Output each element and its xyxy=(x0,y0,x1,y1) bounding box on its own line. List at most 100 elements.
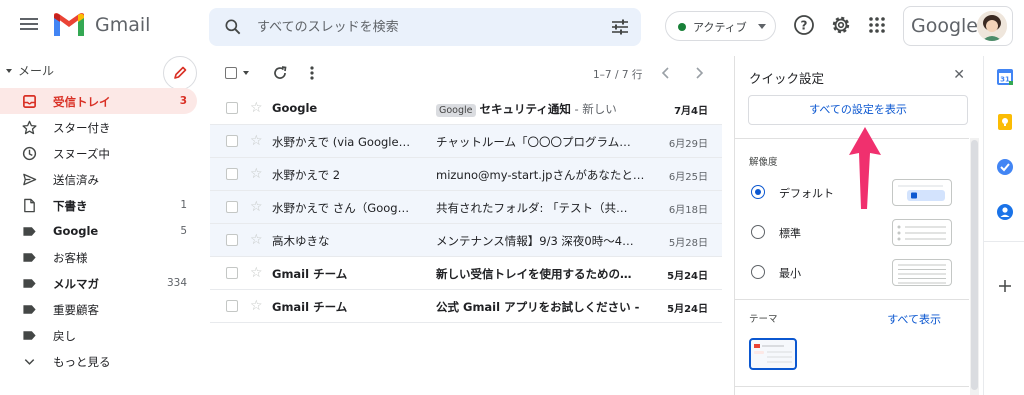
email-row[interactable]: ☆ 水野かえで さん（Googl… 共有されたフォルダ: 「テスト（共… 6月18日 xyxy=(210,191,722,224)
sidebar-list: 受信トレイ 3 スター付き スヌーズ中 送信済み 下書き 1 Google 5 xyxy=(0,88,197,374)
add-addon-icon[interactable] xyxy=(996,277,1014,295)
email-subject: 公式 Gmail アプリをお試しください - xyxy=(436,300,640,314)
sidebar-item-sent[interactable]: 送信済み xyxy=(0,166,197,192)
svg-text:?: ? xyxy=(801,19,808,33)
density-default-radio[interactable] xyxy=(751,185,765,199)
email-row[interactable]: ☆ Gmail チーム 新しい受信トレイを使用するための… 5月24日 xyxy=(210,257,722,290)
theme-heading: テーマ xyxy=(749,314,778,325)
star-icon[interactable]: ☆ xyxy=(250,232,263,248)
label-icon xyxy=(23,253,36,262)
star-icon[interactable]: ☆ xyxy=(250,100,263,116)
email-sender: 水野かえで 2 xyxy=(272,168,341,182)
sidebar-item-returned[interactable]: 戻し xyxy=(0,322,197,348)
density-comfortable-preview[interactable] xyxy=(892,219,952,246)
density-comfortable-radio[interactable] xyxy=(751,225,765,239)
quick-settings-panel: クイック設定 ✕ すべての設定を表示 解像度 デフォルト 標準 最小 テーマ す… xyxy=(734,56,979,395)
compose-button[interactable] xyxy=(163,56,197,90)
email-row[interactable]: ☆ Gmail チーム 公式 Gmail アプリをお試しください - 5月24日 xyxy=(210,290,722,323)
density-heading: 解像度 xyxy=(749,157,778,168)
annotation-arrow-icon xyxy=(849,127,881,209)
email-label-tag[interactable]: Google xyxy=(436,104,476,117)
density-option-label: 標準 xyxy=(779,227,801,240)
sidebar-item-inbox[interactable]: 受信トレイ 3 xyxy=(0,88,197,114)
sidebar-item-label: 下書き xyxy=(53,199,88,213)
sidebar-item-more[interactable]: もっと見る xyxy=(0,348,197,374)
email-checkbox[interactable] xyxy=(226,300,238,312)
email-row[interactable]: ☆ 水野かえで (via Google C. チャットルーム「〇〇〇プログラム… 6月… xyxy=(210,125,722,158)
star-icon[interactable]: ☆ xyxy=(250,133,263,149)
search-options-icon[interactable] xyxy=(611,18,629,36)
email-checkbox[interactable] xyxy=(226,102,238,114)
sidebar-item-snoozed[interactable]: スヌーズ中 xyxy=(0,140,197,166)
email-row[interactable]: ☆ 高木ゆきな メンテナンス情報】9/3 深夜0時〜4… 5月28日 xyxy=(210,224,722,257)
email-row[interactable]: ☆ Google Google セキュリティ通知 - 新しい 7月4日 xyxy=(210,92,722,125)
star-icon[interactable]: ☆ xyxy=(250,166,263,182)
label-icon xyxy=(23,279,36,288)
star-icon[interactable]: ☆ xyxy=(250,199,263,215)
chevron-right-icon[interactable] xyxy=(692,65,706,81)
account-switcher[interactable]: Google xyxy=(903,6,1013,46)
density-compact-preview[interactable] xyxy=(892,259,952,286)
divider xyxy=(984,241,1024,242)
select-menu-caret-icon[interactable] xyxy=(243,71,249,75)
more-vert-icon[interactable] xyxy=(307,65,317,81)
email-subject-line: 新しい受信トレイを使用するための… xyxy=(436,266,648,282)
sidebar-item-starred[interactable]: スター付き xyxy=(0,114,197,140)
mail-section-label: メール xyxy=(18,64,55,78)
density-compact-radio[interactable] xyxy=(751,265,765,279)
keep-notes-icon[interactable] xyxy=(996,113,1014,131)
density-default-preview[interactable] xyxy=(892,179,952,206)
contacts-icon[interactable] xyxy=(996,203,1014,221)
sidebar-item-google[interactable]: Google 5 xyxy=(0,218,197,244)
star-icon xyxy=(22,120,37,135)
chevron-left-icon[interactable] xyxy=(659,65,673,81)
calendar-icon[interactable]: 31 xyxy=(996,68,1014,86)
send-icon xyxy=(23,173,37,186)
email-subject-line: メンテナンス情報】9/3 深夜0時〜4… xyxy=(436,233,648,249)
label-icon xyxy=(23,305,36,314)
email-checkbox[interactable] xyxy=(226,234,238,246)
email-checkbox[interactable] xyxy=(226,201,238,213)
apps-grid-icon[interactable] xyxy=(866,14,888,36)
email-checkbox[interactable] xyxy=(226,168,238,180)
sidebar-item-newsletter[interactable]: メルマガ 334 xyxy=(0,270,197,296)
select-all-checkbox[interactable] xyxy=(225,67,237,79)
panel-scrollbar[interactable] xyxy=(970,138,979,395)
email-list: ☆ Google Google セキュリティ通知 - 新しい 7月4日 ☆ 水野かえで (v… xyxy=(210,92,722,323)
theme-thumbnail[interactable] xyxy=(749,338,797,370)
email-snippet: - 新しい xyxy=(570,102,617,116)
status-selector[interactable]: アクティブ xyxy=(665,11,776,41)
avatar[interactable] xyxy=(977,11,1007,41)
scrollbar-thumb[interactable] xyxy=(971,140,978,390)
divider xyxy=(735,299,969,300)
gmail-logo-icon[interactable] xyxy=(52,12,86,38)
email-row[interactable]: ☆ 水野かえで 2 mizuno@my-start.jpさんがあなたと… 6月25日 xyxy=(210,158,722,191)
settings-gear-icon[interactable] xyxy=(830,14,852,36)
star-icon[interactable]: ☆ xyxy=(250,298,263,314)
status-label: アクティブ xyxy=(693,21,747,34)
refresh-icon[interactable] xyxy=(272,65,288,81)
sidebar-item-label: 戻し xyxy=(53,329,76,343)
email-date: 6月29日 xyxy=(668,139,708,150)
search-icon[interactable] xyxy=(223,17,243,37)
email-sender: 水野かえで (via Google C. xyxy=(272,135,412,149)
theme-see-all-link[interactable]: すべて表示 xyxy=(887,311,941,327)
search-input[interactable] xyxy=(257,16,587,38)
close-icon[interactable]: ✕ xyxy=(953,67,965,83)
sidebar-item-key-clients[interactable]: 重要顧客 xyxy=(0,296,197,322)
main-menu-icon[interactable] xyxy=(20,15,38,35)
tasks-icon[interactable] xyxy=(996,158,1014,176)
top-bar: Gmail アクティブ ? xyxy=(0,0,1024,52)
pagination-range: 1–7 / 7 行 xyxy=(593,69,643,81)
email-checkbox[interactable] xyxy=(226,135,238,147)
sidebar-item-customers[interactable]: お客様 xyxy=(0,244,197,270)
mail-section-toggle[interactable]: メール xyxy=(6,62,54,79)
sidebar-item-label: スヌーズ中 xyxy=(53,147,110,161)
email-sender: Google xyxy=(272,101,318,115)
email-checkbox[interactable] xyxy=(226,267,238,279)
sidebar-item-drafts[interactable]: 下書き 1 xyxy=(0,192,197,218)
star-icon[interactable]: ☆ xyxy=(250,265,263,281)
see-all-settings-button[interactable]: すべての設定を表示 xyxy=(748,95,968,125)
density-option-label: 最小 xyxy=(779,267,801,280)
help-icon[interactable]: ? xyxy=(793,14,815,36)
